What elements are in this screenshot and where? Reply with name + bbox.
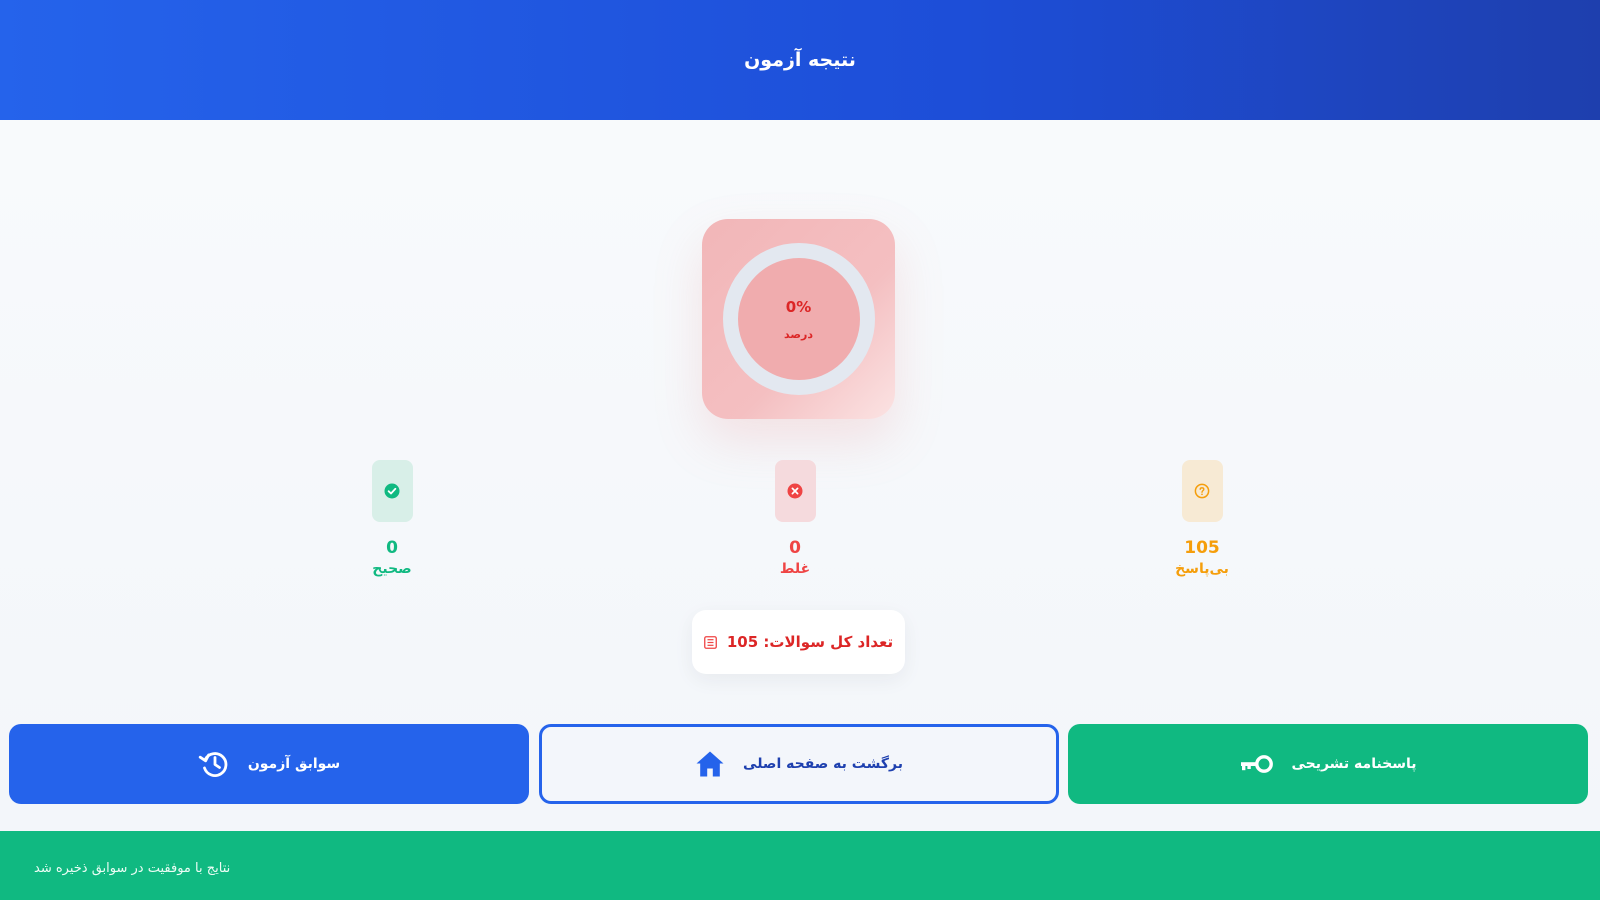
- footer-status-message: نتایج با موفقیت در سوابق ذخیره شد: [34, 861, 231, 876]
- stat-unanswered: 105 بی‌پاسخ: [1142, 460, 1262, 577]
- total-questions-text: 105 :تعداد کل سوالات: [726, 633, 894, 651]
- stat-unanswered-value: 105: [1184, 538, 1220, 558]
- key-icon: [1241, 755, 1274, 773]
- total-questions-box: 105 :تعداد کل سوالات: [692, 610, 905, 674]
- question-circle-icon: [1194, 483, 1210, 499]
- home-button[interactable]: برگشت به صفحه اصلی: [539, 724, 1059, 804]
- score-label: درصد: [784, 327, 813, 341]
- stat-wrong-value: 0: [789, 538, 801, 558]
- score-card: 0% درصد: [702, 219, 895, 419]
- results-panel: 0% درصد 0 صحیح 0 غلط: [0, 120, 1600, 831]
- x-circle-icon: [787, 483, 803, 499]
- page-title: نتیجه آزمون: [744, 49, 856, 71]
- home-button-label: برگشت به صفحه اصلی: [743, 756, 903, 772]
- history-button-label: سوابق آزمون: [247, 756, 341, 772]
- solutions-button[interactable]: پاسخنامه تشریحی: [1068, 724, 1588, 804]
- solutions-button-label: پاسخنامه تشریحی: [1291, 756, 1417, 772]
- stat-unanswered-icon-box: [1181, 460, 1223, 522]
- footer-bar: نتایج با موفقیت در سوابق ذخیره شد: [0, 831, 1600, 900]
- history-button[interactable]: سوابق آزمون: [9, 724, 529, 804]
- check-circle-icon: [384, 483, 400, 499]
- stat-correct-value: 0: [386, 538, 398, 558]
- stat-wrong-icon-box: [774, 460, 816, 522]
- action-bar: پاسخنامه تشریحی برگشت به صفحه اصلی سوابق…: [0, 724, 1600, 804]
- header-bar: نتیجه آزمون: [0, 0, 1600, 120]
- stat-correct: 0 صحیح: [332, 460, 452, 577]
- score-ring: 0% درصد: [722, 243, 875, 395]
- history-icon: [198, 752, 228, 777]
- stat-correct-icon-box: [371, 460, 413, 522]
- score-percent: 0%: [785, 297, 812, 316]
- stat-correct-label: صحیح: [372, 561, 412, 577]
- home-icon: [696, 751, 724, 777]
- list-icon: [703, 635, 717, 649]
- stat-wrong: 0 غلط: [735, 460, 855, 577]
- stat-wrong-label: غلط: [779, 561, 811, 577]
- stat-unanswered-label: بی‌پاسخ: [1175, 561, 1229, 577]
